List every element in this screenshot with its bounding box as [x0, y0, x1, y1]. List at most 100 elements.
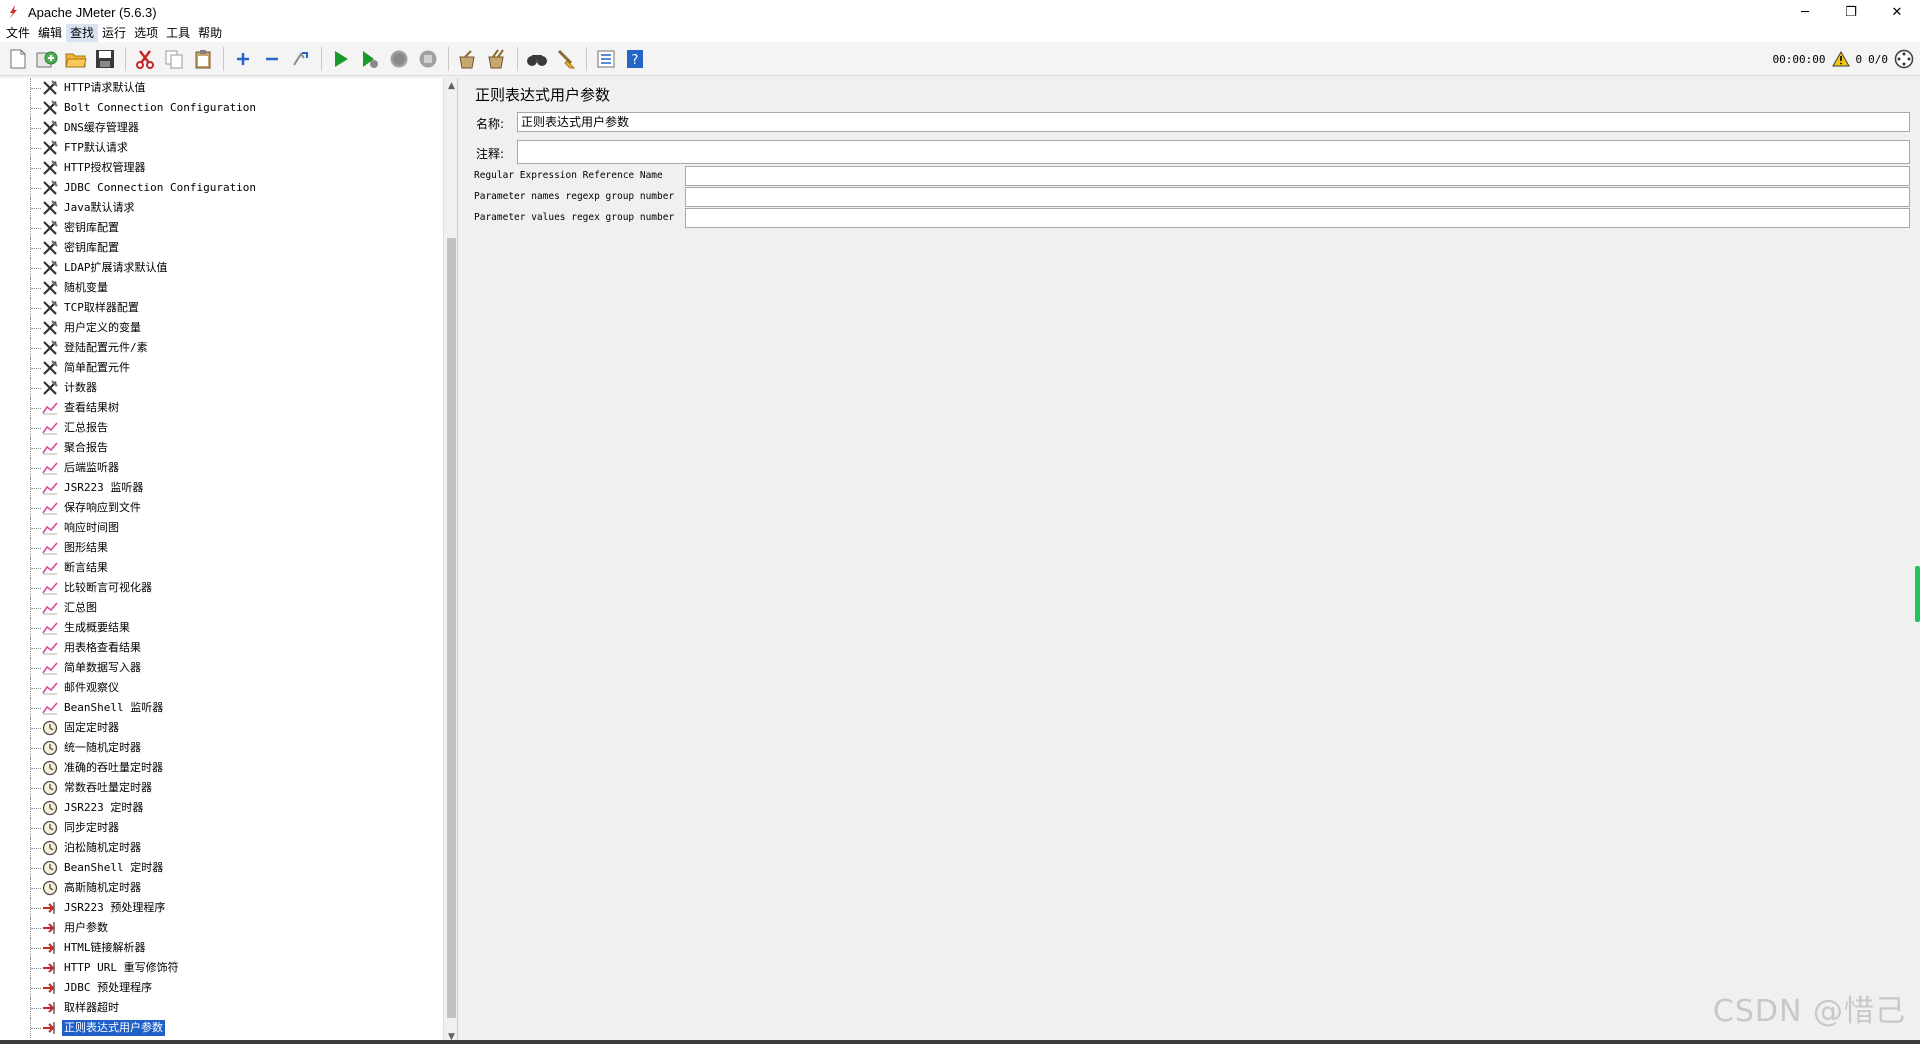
minimize-button[interactable]: ─: [1782, 0, 1828, 24]
values-group-field[interactable]: [685, 208, 1910, 228]
stop-button[interactable]: [385, 45, 413, 73]
collapse-all-button[interactable]: [258, 45, 286, 73]
open-button[interactable]: [62, 45, 90, 73]
elapsed-timer: 00:00:00: [1772, 52, 1826, 66]
templates-button[interactable]: [33, 45, 61, 73]
scroll-up-icon[interactable]: ▲: [444, 78, 457, 93]
tree-node[interactable]: 泊松随机定时器: [0, 838, 443, 858]
tree-node[interactable]: 常数吞吐量定时器: [0, 778, 443, 798]
menu-search[interactable]: 查找: [66, 24, 99, 42]
tree-node-label: JDBC Connection Configuration: [64, 181, 257, 194]
reset-search-button[interactable]: [552, 45, 580, 73]
tree-node[interactable]: 高斯随机定时器: [0, 878, 443, 898]
tree-node[interactable]: 汇总图: [0, 598, 443, 618]
tree-node[interactable]: 邮件观察仪: [0, 678, 443, 698]
tree-node-label: TCP取样器配置: [64, 301, 139, 314]
close-button[interactable]: ✕: [1874, 0, 1920, 24]
tree-node-label: HTTP URL 重写修饰符: [64, 961, 179, 974]
tree-node[interactable]: 准确的吞吐量定时器: [0, 758, 443, 778]
tree-node[interactable]: 简单配置元件: [0, 358, 443, 378]
tree-node[interactable]: HTTP授权管理器: [0, 158, 443, 178]
shutdown-button[interactable]: [414, 45, 442, 73]
paste-icon: [195, 49, 211, 68]
paste-button[interactable]: [189, 45, 217, 73]
tree-node[interactable]: LDAP扩展请求默认值: [0, 258, 443, 278]
toggle-button[interactable]: [287, 45, 315, 73]
tree-node[interactable]: 用户参数: [0, 918, 443, 938]
tree-node[interactable]: 响应时间图: [0, 518, 443, 538]
open-icon: [65, 53, 87, 67]
comment-field[interactable]: [517, 140, 1910, 164]
tree-node[interactable]: 保存响应到文件: [0, 498, 443, 518]
cut-button[interactable]: [131, 45, 159, 73]
tree-node[interactable]: 随机变量: [0, 278, 443, 298]
menu-edit[interactable]: 编辑: [34, 24, 66, 42]
menu-help[interactable]: 帮助: [194, 24, 226, 42]
tree-node[interactable]: 计数器: [0, 378, 443, 398]
tree-node[interactable]: 固定定时器: [0, 718, 443, 738]
config-element-icon: [41, 300, 59, 316]
warning-icon[interactable]: [1831, 51, 1850, 67]
tree-node[interactable]: 汇总报告: [0, 418, 443, 438]
menu-tools[interactable]: 工具: [162, 24, 194, 42]
copy-button[interactable]: [160, 45, 188, 73]
reference-name-field[interactable]: [685, 166, 1910, 186]
search-button[interactable]: [523, 45, 551, 73]
clear-button[interactable]: [454, 45, 482, 73]
tree-node[interactable]: 比较断言可视化器: [0, 578, 443, 598]
new-button[interactable]: [4, 45, 32, 73]
tree-node[interactable]: 断言结果: [0, 558, 443, 578]
tree-node[interactable]: JSR223 监听器: [0, 478, 443, 498]
tree-node[interactable]: Bolt Connection Configuration: [0, 98, 443, 118]
tree-node[interactable]: 查看结果树: [0, 398, 443, 418]
jmeter-logo-icon: [9, 5, 17, 19]
expand-all-button[interactable]: [229, 45, 257, 73]
tree-node[interactable]: 用户定义的变量: [0, 318, 443, 338]
tree-node[interactable]: 用表格查看结果: [0, 638, 443, 658]
tree-node[interactable]: 后端监听器: [0, 458, 443, 478]
tree-scrollbar[interactable]: ▲ ▼: [443, 78, 457, 1044]
tree-node[interactable]: HTTP URL 重写修饰符: [0, 958, 443, 978]
maximize-button[interactable]: ❐: [1828, 0, 1874, 24]
function-helper-button[interactable]: [592, 45, 620, 73]
tree-node[interactable]: 登陆配置元件/素: [0, 338, 443, 358]
tree-node[interactable]: 简单数据写入器: [0, 658, 443, 678]
tree-node[interactable]: HTTP请求默认值: [0, 78, 443, 98]
test-plan-tree: HTTP请求默认值 Bolt Connection Configuration DN…: [0, 78, 458, 1044]
config-element-icon: [41, 200, 59, 216]
tree-node[interactable]: JDBC Connection Configuration: [0, 178, 443, 198]
save-button[interactable]: [91, 45, 119, 73]
tree-node[interactable]: BeanShell 定时器: [0, 858, 443, 878]
tree-node[interactable]: JSR223 预处理程序: [0, 898, 443, 918]
menu-file[interactable]: 文件: [2, 24, 34, 42]
element-editor: 正则表达式用户参数 名称: 正则表达式用户参数 注释: Regular Expr…: [465, 78, 1920, 1044]
tree-node[interactable]: JSR223 定时器: [0, 798, 443, 818]
name-field[interactable]: 正则表达式用户参数: [517, 112, 1910, 132]
tree-node[interactable]: 同步定时器: [0, 818, 443, 838]
tree-node[interactable]: FTP默认请求: [0, 138, 443, 158]
menu-run[interactable]: 运行: [98, 24, 130, 42]
tree-node[interactable]: DNS缓存管理器: [0, 118, 443, 138]
menu-options[interactable]: 选项: [130, 24, 162, 42]
tree-node-label: 常数吞吐量定时器: [64, 781, 152, 794]
start-no-pause-button[interactable]: [356, 45, 384, 73]
help-button[interactable]: ?: [621, 45, 649, 73]
names-group-field[interactable]: [685, 187, 1910, 207]
scrollbar-thumb[interactable]: [447, 238, 456, 1018]
tree-node[interactable]: Java默认请求: [0, 198, 443, 218]
tree-node[interactable]: TCP取样器配置: [0, 298, 443, 318]
tree-node[interactable]: JDBC 预处理程序: [0, 978, 443, 998]
tree-node[interactable]: 生成概要结果: [0, 618, 443, 638]
tree-node[interactable]: 取样器超时: [0, 998, 443, 1018]
tree-node-selected[interactable]: 正则表达式用户参数: [0, 1018, 443, 1038]
tree-node[interactable]: 密钥库配置: [0, 218, 443, 238]
preprocessor-icon: [41, 940, 59, 956]
tree-node[interactable]: 聚合报告: [0, 438, 443, 458]
tree-node[interactable]: BeanShell 监听器: [0, 698, 443, 718]
tree-node[interactable]: 图形结果: [0, 538, 443, 558]
start-button[interactable]: [327, 45, 355, 73]
tree-node[interactable]: 统一随机定时器: [0, 738, 443, 758]
tree-node[interactable]: HTML链接解析器: [0, 938, 443, 958]
clear-all-button[interactable]: [483, 45, 511, 73]
tree-node[interactable]: 密钥库配置: [0, 238, 443, 258]
